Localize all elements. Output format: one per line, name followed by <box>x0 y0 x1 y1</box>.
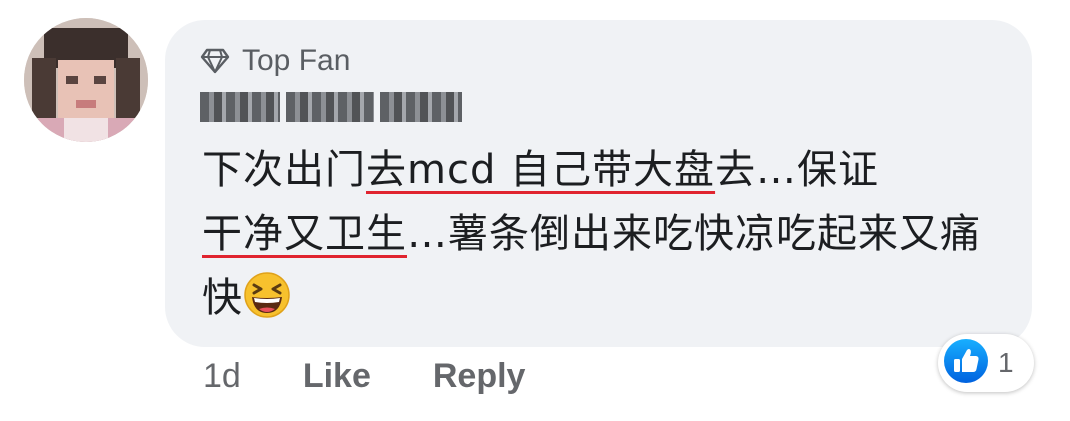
badge-label: Top Fan <box>242 44 351 77</box>
comment-text: 下次出门去mcd 自己带大盘去…保证 干净又卫生…薯条倒出来吃快凉吃起来又痛快 <box>202 138 1002 330</box>
comment-text-underlined: 去mcd 自己带大盘 <box>366 147 716 193</box>
like-button[interactable]: Like <box>303 357 371 396</box>
thumbs-up-icon <box>942 337 990 390</box>
diamond-icon <box>200 48 230 74</box>
comment-text-part: 下次出门 <box>202 147 366 193</box>
comment-timestamp[interactable]: 1d <box>203 357 241 396</box>
comment-text-underlined: 干净又卫生 <box>202 211 407 257</box>
avatar[interactable] <box>24 18 148 142</box>
top-fan-badge[interactable]: Top Fan <box>200 44 350 78</box>
laughing-emoji-icon <box>243 271 291 319</box>
comment-actions: 1d Like Reply <box>203 357 525 396</box>
author-name-blurred[interactable] <box>200 92 470 124</box>
reaction-summary[interactable]: 1 <box>938 334 1034 392</box>
comment-text-part: 去…保证 <box>715 147 880 193</box>
comment-screenshot: Top Fan 下次出门去mcd 自己带大盘去…保证 干净又卫生…薯条倒出来吃快凉… <box>0 0 1070 421</box>
reply-button[interactable]: Reply <box>433 357 526 396</box>
reaction-count: 1 <box>998 347 1014 378</box>
